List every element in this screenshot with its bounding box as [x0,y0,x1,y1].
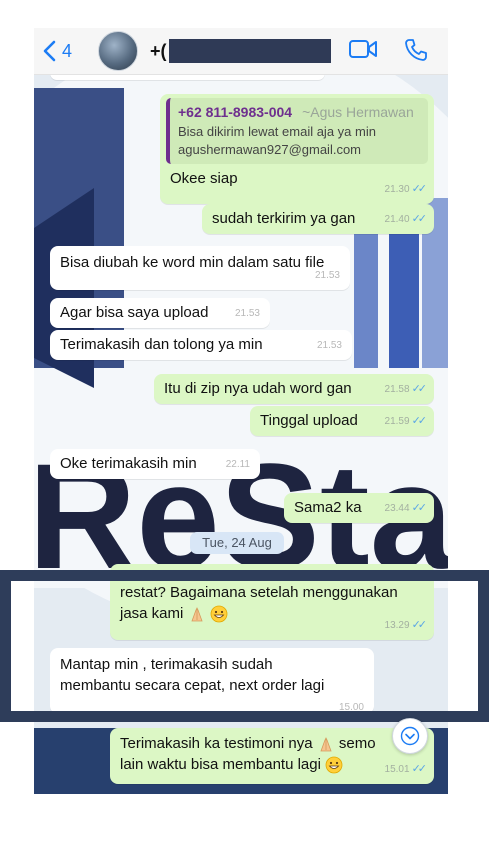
grinning-face-emoji-icon [210,605,228,623]
folded-hands-emoji-icon [190,607,203,622]
message-time: 21.58 [384,384,410,395]
chevron-left-icon [43,40,56,62]
message-text: Terimakasih ka testimoni nya [120,735,313,752]
chat-screen: ReSta 4 +( +62 811-8983-004 ~Agus Hermaw… [34,28,448,794]
message-text: Mantap min , terimakasih sudah [60,656,273,673]
message-text-clipped [120,568,424,582]
message-bubble-incoming[interactable]: Agar bisa saya upload 21.53 [50,298,270,328]
grinning-face-emoji-icon [325,756,343,774]
message-text: Oke terimakasih min [60,455,197,472]
message-time: 21.59 [384,416,410,427]
folded-hands-emoji-icon [320,737,332,752]
read-receipt-icon: ✓✓ [411,619,428,631]
message-text: restat? Bagaimana setelah menggunakan [120,584,398,601]
read-receipt-icon: ✓✓ [411,213,428,225]
back-button[interactable]: 4 [42,40,72,62]
message-bubble-incoming[interactable]: Mantap min , terimakasih sudah membantu … [50,648,374,714]
read-receipt-icon: ✓✓ [411,502,428,514]
message-time: 21.53 [316,340,342,351]
message-time: 21.40 [384,214,410,225]
read-receipt-icon: ✓✓ [411,183,428,195]
message-bubble-outgoing[interactable]: Terimakasih ka testimoni nya semo lain w… [110,728,434,784]
message-text: membantu secara cepat, next order lagi [60,677,325,694]
quote-sender-number: +62 811-8983-004 [178,104,293,120]
read-receipt-icon: ✓✓ [411,763,428,775]
message-text: lain waktu bisa membantu lagi [120,756,321,773]
message-bubble-outgoing[interactable]: Sama2 ka 23.44 ✓✓ [284,493,434,523]
avatar[interactable] [98,31,139,71]
chat-header: 4 +( [34,28,448,75]
message-text: Agar bisa saya upload [60,304,209,321]
message-time: 22.11 [225,459,250,470]
redacted-contact-block [168,39,331,63]
scroll-to-bottom-button[interactable] [392,718,428,754]
message-time: 23.44 [384,503,410,514]
message-bubble-outgoing[interactable]: restat? Bagaimana setelah menggunakan ja… [110,564,434,640]
chevron-down-icon [400,726,420,746]
date-separator: Tue, 24 Aug [190,532,284,554]
message-text: Bisa diubah ke word min dalam satu file [60,254,325,271]
message-time: 15.01 [384,764,410,775]
quote-text-line: agushermawan927@gmail.com [178,142,362,157]
message-time: 21.30 [384,184,410,195]
message-text: Terimakasih dan tolong ya min [60,336,263,353]
quote-sender-alias: ~Agus Hermawan [302,104,414,120]
video-call-icon[interactable] [348,38,378,60]
quote-text-line: Bisa dikirim lewat email aja ya min [178,124,376,139]
read-receipt-icon: ✓✓ [411,415,428,427]
message-time: 15.00 [338,702,364,713]
quoted-message[interactable]: +62 811-8983-004 ~Agus Hermawan Bisa diki… [166,98,428,164]
message-text: semo [338,735,376,752]
message-bubble-incoming[interactable]: Bisa diubah ke word min dalam satu file … [50,246,350,290]
phone-icon[interactable] [404,38,428,62]
message-bubble-outgoing[interactable]: sudah terkirim ya gan 21.40 ✓✓ [202,204,434,234]
read-receipt-icon: ✓✓ [411,383,428,395]
contact-name[interactable]: +( [150,41,167,62]
message-text: jasa kami [120,605,184,622]
message-bubble-incoming[interactable]: Oke terimakasih min 22.11 [50,449,260,479]
message-time: 21.53 [314,270,340,281]
message-bubble-outgoing[interactable]: Itu di zip nya udah word gan 21.58 ✓✓ [154,374,434,404]
message-bubble-incoming[interactable]: Terimakasih dan tolong ya min 21.53 [50,330,352,360]
message-bubble-outgoing[interactable]: +62 811-8983-004 ~Agus Hermawan Bisa diki… [160,94,434,204]
message-bubble-outgoing[interactable]: Tinggal upload 21.59 ✓✓ [250,406,434,436]
message-time: 21.53 [234,308,260,319]
unread-count: 4 [62,40,73,61]
message-time: 13.29 [384,620,410,631]
